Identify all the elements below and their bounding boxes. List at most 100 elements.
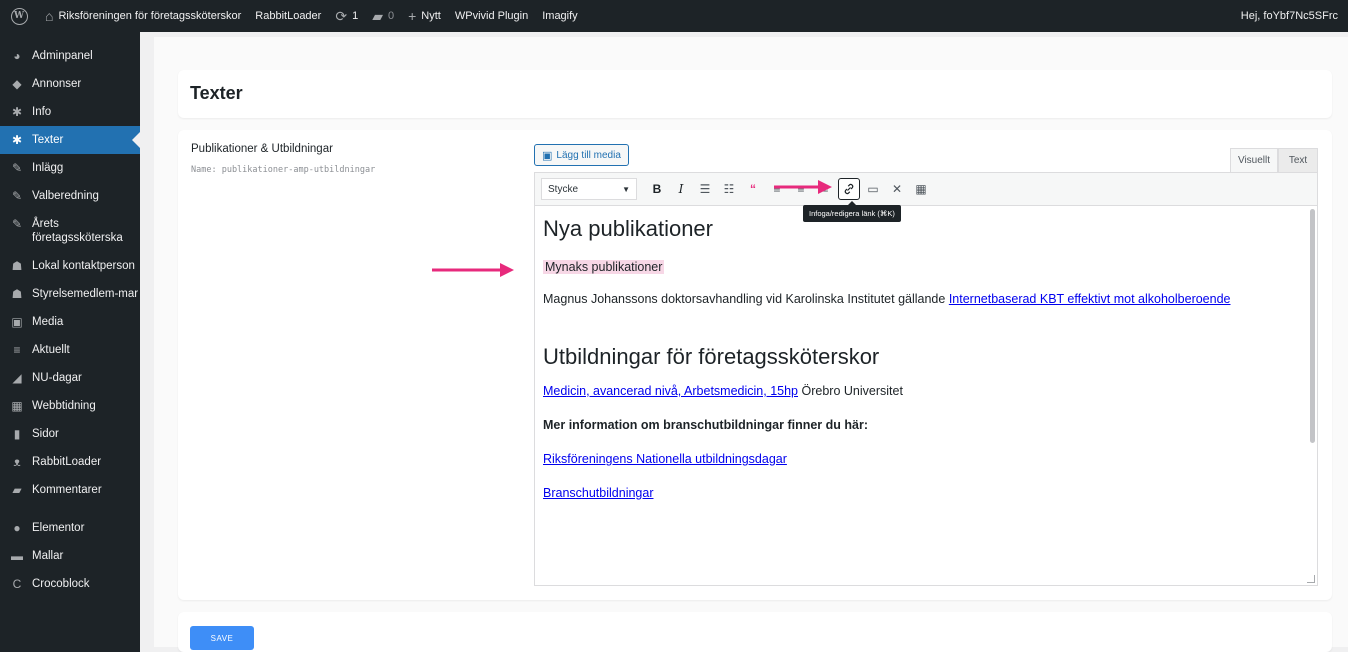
title-card: Texter: [178, 70, 1332, 118]
new-content-link[interactable]: + Nytt: [401, 0, 448, 32]
rabbitloader-label: RabbitLoader: [255, 10, 322, 22]
imagify-label: Imagify: [542, 10, 578, 22]
blockquote-button[interactable]: “: [742, 178, 764, 200]
sidebar-item-label: Webbtidning: [32, 400, 96, 412]
sidebar-item-label: Valberedning: [32, 190, 99, 202]
sidebar-item-4[interactable]: ✎ Inlägg: [0, 154, 140, 182]
sidebar-item-7[interactable]: ☗ Lokal kontaktperson: [0, 252, 140, 280]
sidebar-item-14[interactable]: ᴥ RabbitLoader: [0, 448, 140, 476]
sidebar-item-label: Mallar: [32, 550, 64, 562]
grid-icon: ▦: [11, 399, 23, 413]
site-name-link[interactable]: ⌂ Riksföreningen för företagssköterskor: [38, 0, 248, 32]
editor-content[interactable]: Nya publikationer Mynaks publikationer M…: [535, 206, 1305, 585]
rabbitloader-link[interactable]: RabbitLoader: [248, 0, 328, 32]
editor-toolbar: Stycke ▼ B I ☰ ☷ “ ≡ ≡ ≡ ▭ ✕ ▦: [535, 173, 1317, 206]
sidebar-item-0[interactable]: ◕ Adminpanel: [0, 42, 140, 70]
italic-button[interactable]: I: [670, 178, 692, 200]
link-tooltip: Infoga/redigera länk (⌘K): [803, 201, 901, 222]
refresh-icon: ⟳: [335, 8, 348, 24]
wpvivid-link[interactable]: WPvivid Plugin: [448, 0, 535, 32]
sidebar-item-8[interactable]: ☗ Styrelsemedlem-mar: [0, 280, 140, 308]
paragraph-medicin: Medicin, avancerad nivå, Arbetsmedicin, …: [543, 382, 1297, 400]
sidebar-item-13[interactable]: ▮ Sidor: [0, 420, 140, 448]
pin-icon: ✎: [11, 161, 23, 175]
sidebar-item-16[interactable]: ● Elementor: [0, 514, 140, 542]
annotation-arrow-link-icon: [774, 180, 832, 194]
add-media-label: Lägg till media: [556, 149, 621, 161]
link-medicin[interactable]: Medicin, avancerad nivå, Arbetsmedicin, …: [543, 384, 798, 398]
user-icon: ☗: [11, 259, 23, 273]
format-select[interactable]: Stycke ▼: [541, 178, 637, 200]
comment-icon: ▰: [372, 8, 383, 24]
plus-icon: +: [408, 8, 417, 24]
sidebar-item-9[interactable]: ▣ Media: [0, 308, 140, 336]
add-media-button[interactable]: ▣ Lägg till media: [534, 144, 629, 166]
sidebar-item-label: RabbitLoader: [32, 456, 102, 468]
updates-link[interactable]: ⟳ 1: [328, 0, 365, 32]
sidebar-item-label: Inlägg: [32, 162, 64, 174]
sidebar-item-label: Styrelsemedlem-mar: [32, 288, 139, 300]
sidebar-item-label: NU-dagar: [32, 372, 82, 384]
sidebar-item-label: Adminpanel: [32, 50, 93, 62]
elementor-icon: ●: [13, 521, 21, 535]
imagify-link[interactable]: Imagify: [535, 0, 584, 32]
crocoblock-icon: C: [12, 577, 22, 591]
save-card: SAVE: [178, 612, 1332, 652]
field-card: Publikationer & Utbildningar Name: publi…: [178, 130, 1332, 600]
pin-icon: ✎: [11, 189, 23, 203]
tab-text[interactable]: Text: [1278, 148, 1318, 172]
sidebar-item-18[interactable]: C Crocoblock: [0, 570, 140, 598]
comments-count: 0: [387, 10, 395, 22]
folder-icon: ▬: [11, 549, 23, 563]
editor-scrollbar[interactable]: [1310, 209, 1315, 443]
dashboard-icon: ◕: [13, 49, 21, 63]
sidebar-item-12[interactable]: ▦ Webbtidning: [0, 392, 140, 420]
sidebar-item-15[interactable]: ▰ Kommentarer: [0, 476, 140, 504]
link-branschutbildningar[interactable]: Branschutbildningar: [543, 486, 654, 500]
tab-visual[interactable]: Visuellt: [1230, 148, 1278, 172]
insert-link-button[interactable]: [838, 178, 860, 200]
greeting: Hej, foYbf7Nc5SFrc: [1240, 10, 1338, 22]
sidebar-item-label: Aktuellt: [32, 344, 70, 356]
format-value: Stycke: [548, 183, 579, 195]
comments-link[interactable]: ▰ 0: [365, 0, 401, 32]
link-icon: [844, 183, 854, 195]
sidebar-item-label: Elementor: [32, 522, 85, 534]
toolbar-toggle-button[interactable]: ▦: [910, 178, 932, 200]
sidebar-item-label: Årets företagssköterska: [32, 218, 123, 244]
new-label: Nytt: [421, 10, 441, 22]
paragraph-mer-information: Mer information om branschutbildningar f…: [543, 418, 869, 432]
media-icon: ▣: [11, 315, 23, 329]
sidebar-item-label: Texter: [32, 134, 64, 146]
sidebar-item-label: Info: [32, 106, 52, 118]
fullscreen-button[interactable]: ✕: [886, 178, 908, 200]
sidebar-item-2[interactable]: ✱ Info: [0, 98, 140, 126]
sidebar-item-6[interactable]: ✎ Årets företagssköterska: [0, 210, 140, 252]
admin-sidebar: ◕ Adminpanel ◆ Annonser ✱ Info ✱ Texter ✎ Inlägg ✎…: [0, 32, 140, 652]
link-internetbaserad-kbt[interactable]: Internetbaserad KBT effektivt mot alkoho…: [949, 292, 1231, 306]
updates-count: 1: [352, 10, 359, 22]
field-name: Name: publikationer-amp-utbildningar: [191, 165, 376, 175]
gear-icon: ✱: [11, 133, 23, 147]
sidebar-item-5[interactable]: ✎ Valberedning: [0, 182, 140, 210]
sidebar-item-10[interactable]: ≡ Aktuellt: [0, 336, 140, 364]
paragraph-magnus: Magnus Johanssons doktorsavhandling vid …: [543, 290, 1297, 308]
wordpress-logo-icon[interactable]: W: [0, 0, 38, 32]
sidebar-item-label: Sidor: [32, 428, 59, 440]
site-name: Riksföreningen för företagssköterskor: [58, 10, 242, 22]
save-button[interactable]: SAVE: [190, 626, 254, 650]
sidebar-item-17[interactable]: ▬ Mallar: [0, 542, 140, 570]
sidebar-item-label: Kommentarer: [32, 484, 102, 496]
bold-button[interactable]: B: [646, 178, 668, 200]
sidebar-item-11[interactable]: ◢ NU-dagar: [0, 364, 140, 392]
numbered-list-button[interactable]: ☷: [718, 178, 740, 200]
tag-icon: ◆: [12, 77, 22, 91]
home-icon: ⌂: [45, 8, 54, 24]
read-more-button[interactable]: ▭: [862, 178, 884, 200]
link-nationella-utbildningsdagar[interactable]: Riksföreningens Nationella utbildningsda…: [543, 452, 787, 466]
account-link[interactable]: Hej, foYbf7Nc5SFrc: [1234, 0, 1348, 32]
sidebar-item-3[interactable]: ✱ Texter: [0, 126, 140, 154]
resize-handle-icon[interactable]: [1307, 575, 1315, 583]
sidebar-item-1[interactable]: ◆ Annonser: [0, 70, 140, 98]
bullet-list-button[interactable]: ☰: [694, 178, 716, 200]
